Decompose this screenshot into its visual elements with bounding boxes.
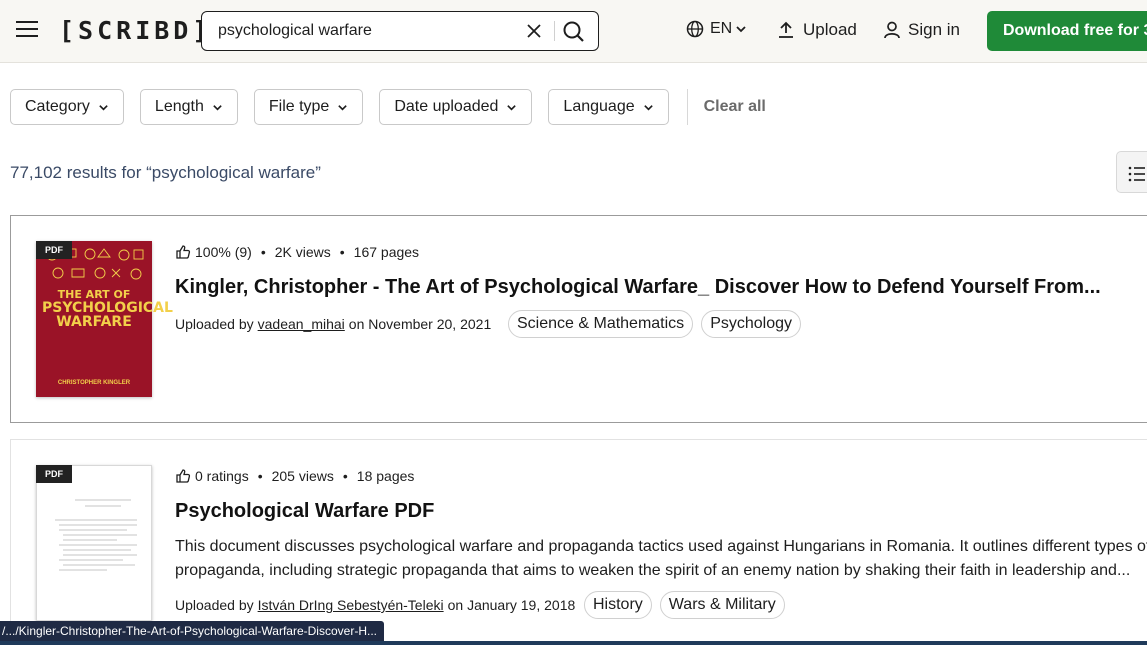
link-status-bar: /.../Kingler-Christopher-The-Art-of-Psyc… (0, 621, 384, 641)
filter-length[interactable]: Length (139, 89, 238, 125)
upload-label: Upload (803, 20, 857, 39)
uploader-link[interactable]: István DrIng Sebestyén-Teleki (258, 597, 444, 613)
rating: 100% (9) (195, 244, 252, 260)
separator-dot: • (342, 468, 348, 484)
sign-in-button[interactable]: Sign in (882, 20, 960, 40)
document-thumbnail[interactable]: THE ART OF PSYCHOLOGICAL WARFARE CHRISTO… (36, 241, 173, 397)
chevron-down-icon (736, 26, 746, 33)
chevron-down-icon (338, 104, 348, 111)
download-free-button[interactable]: Download free for 3 (987, 11, 1147, 51)
cover-title-line: PSYCHOLOGICAL (42, 299, 173, 316)
rating: 0 ratings (195, 468, 249, 484)
filter-category[interactable]: Category (10, 89, 124, 125)
chevron-down-icon (99, 104, 108, 111)
uploaded-by-label: Uploaded by (175, 597, 254, 613)
chevron-down-icon (507, 104, 517, 111)
document-preview-icon (55, 499, 137, 571)
filter-label: Language (563, 98, 635, 115)
search-box (201, 11, 599, 51)
views: 2K views (274, 244, 331, 260)
document-meta: 0 ratings • 205 views • 18 pages (175, 468, 414, 484)
filter-label: Date uploaded (394, 98, 499, 115)
separator-dot: • (257, 468, 263, 484)
pages: 167 pages (353, 244, 420, 260)
uploader-info: Uploaded by István DrIng Sebestyén-Telek… (175, 597, 575, 613)
separator-dot: • (260, 244, 266, 260)
upload-date: on January 19, 2018 (447, 597, 576, 613)
scribd-logo[interactable]: [SCRIBD] (59, 16, 211, 45)
search-input[interactable] (218, 12, 508, 50)
chevron-down-icon (213, 104, 222, 111)
tag-chip[interactable]: History (584, 591, 652, 619)
uploader-link[interactable]: vadean_mihai (258, 316, 345, 332)
tag-chip[interactable]: Science & Mathematics (508, 310, 694, 338)
search-divider (554, 21, 555, 41)
top-header: [SCRIBD] EN Upload (0, 0, 1147, 63)
hamburger-menu-icon[interactable] (16, 21, 38, 41)
separator-dot: • (339, 244, 345, 260)
list-view-toggle[interactable] (1116, 151, 1147, 193)
result-card[interactable]: PDF 0 ratings • 205 views • 18 pages Psy… (10, 439, 1147, 645)
thumbs-up-icon (176, 469, 191, 483)
chevron-down-icon (643, 104, 653, 111)
filter-language[interactable]: Language (548, 89, 669, 125)
upload-icon (779, 21, 793, 38)
filter-label: File type (268, 98, 330, 115)
cover-title-line: WARFARE (56, 314, 132, 331)
language-selector[interactable]: EN (686, 20, 753, 38)
thumbs-up-icon (176, 245, 191, 259)
document-description: This document discusses psychological wa… (175, 538, 1147, 579)
user-icon (884, 21, 900, 39)
cover-title-line: THE ART OF (57, 288, 131, 301)
result-card[interactable]: PDF THE ART OF PSYCHOLOGICAL WARFARE CHR… (10, 215, 1147, 423)
document-title[interactable]: Kingler, Christopher - The Art of Psycho… (175, 276, 1101, 299)
list-icon (1128, 166, 1145, 182)
filter-label: Category (25, 98, 90, 115)
clear-all-button[interactable]: Clear all (704, 98, 766, 116)
search-icon[interactable] (560, 18, 588, 46)
pdf-badge: PDF (36, 465, 72, 483)
tag-chip[interactable]: Wars & Military (659, 591, 785, 619)
language-label: EN (710, 20, 733, 37)
bottom-strip (0, 641, 1147, 645)
uploader-info: Uploaded by vadean_mihai on November 20,… (175, 316, 491, 332)
cover-author: CHRISTOPHER KINGLER (57, 380, 131, 386)
filter-divider (686, 89, 688, 125)
document-thumbnail[interactable] (36, 465, 152, 621)
document-title[interactable]: Psychological Warfare PDF (175, 500, 434, 523)
filter-bar: Category Length File type Date uploaded … (10, 89, 766, 125)
tag-chip[interactable]: Psychology (701, 310, 802, 338)
uploaded-by-label: Uploaded by (175, 316, 254, 332)
tag-list: History Wars & Military (584, 591, 793, 619)
cover-title: THE ART OF PSYCHOLOGICAL WARFARE (42, 288, 173, 331)
clear-icon[interactable] (524, 21, 544, 41)
filter-file-type[interactable]: File type (253, 89, 364, 125)
pages: 18 pages (356, 468, 415, 484)
upload-button[interactable]: Upload (777, 20, 857, 40)
views: 205 views (271, 468, 334, 484)
upload-date: on November 20, 2021 (348, 316, 492, 332)
tag-list: Science & Mathematics Psychology (508, 310, 809, 338)
globe-icon (686, 20, 704, 38)
results-count: 77,102 results for “psychological warfar… (10, 163, 321, 182)
document-meta: 100% (9) • 2K views • 167 pages (175, 244, 419, 260)
filter-label: Length (154, 98, 204, 115)
pdf-badge: PDF (36, 241, 72, 259)
filter-date-uploaded[interactable]: Date uploaded (379, 89, 533, 125)
sign-in-label: Sign in (908, 20, 960, 39)
